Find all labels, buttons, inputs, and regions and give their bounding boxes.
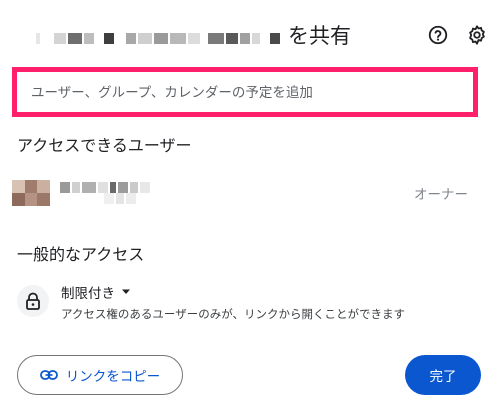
link-icon bbox=[39, 370, 58, 380]
general-access-row: 制限付き アクセス権のあるユーザーのみが、リンクから開くことができます bbox=[17, 282, 487, 326]
gear-icon bbox=[469, 25, 485, 45]
owner-role-label: オーナー bbox=[414, 187, 468, 203]
dialog-title-suffix: を共有 bbox=[288, 24, 351, 48]
settings-button[interactable] bbox=[462, 20, 492, 50]
person-row[interactable]: オーナー bbox=[12, 178, 482, 210]
access-description: アクセス権のあるユーザーのみが、リンクから開くことができます bbox=[61, 307, 405, 321]
share-dialog: を共有 アクセスできるユーザー bbox=[0, 0, 500, 412]
redacted-file-name bbox=[36, 30, 282, 46]
lock-icon bbox=[26, 292, 40, 310]
add-people-box bbox=[12, 67, 478, 117]
access-level-label: 制限付き bbox=[61, 286, 115, 302]
dialog-header: を共有 bbox=[0, 16, 500, 56]
copy-link-button[interactable]: リンクをコピー bbox=[17, 355, 183, 395]
avatar bbox=[12, 180, 50, 206]
general-access-heading: 一般的なアクセス bbox=[17, 245, 145, 264]
add-people-input[interactable] bbox=[31, 81, 461, 105]
help-button[interactable] bbox=[423, 20, 453, 50]
help-circle-icon bbox=[428, 25, 448, 45]
copy-link-label: リンクをコピー bbox=[65, 369, 161, 385]
redacted-person-name bbox=[60, 182, 170, 204]
done-button[interactable]: 完了 bbox=[405, 355, 481, 395]
people-with-access-heading: アクセスできるユーザー bbox=[17, 136, 192, 155]
lock-badge bbox=[17, 285, 49, 317]
general-access-dropdown[interactable]: 制限付き bbox=[61, 282, 131, 302]
caret-down-icon bbox=[122, 289, 130, 294]
